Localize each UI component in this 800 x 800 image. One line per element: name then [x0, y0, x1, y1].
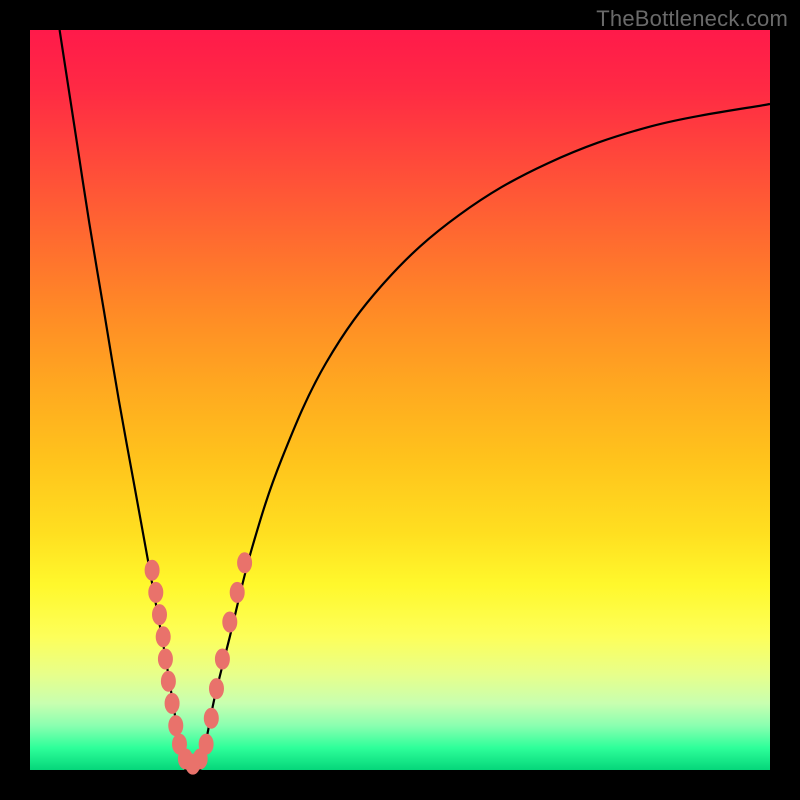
curve-layer [30, 30, 770, 770]
data-marker [153, 605, 167, 625]
data-marker [158, 649, 172, 669]
data-marker [215, 649, 229, 669]
data-marker [156, 627, 170, 647]
data-marker [204, 708, 218, 728]
watermark-text: TheBottleneck.com [596, 6, 788, 32]
data-marker [223, 612, 237, 632]
data-marker [149, 582, 163, 602]
plot-area [30, 30, 770, 770]
data-marker [238, 553, 252, 573]
data-marker [230, 582, 244, 602]
data-marker [169, 716, 183, 736]
data-marker [165, 693, 179, 713]
data-marker [145, 560, 159, 580]
marker-group [145, 553, 252, 774]
right-branch-curve [200, 104, 770, 770]
chart-frame: TheBottleneck.com [0, 0, 800, 800]
data-marker [209, 679, 223, 699]
data-marker [199, 734, 213, 754]
data-marker [161, 671, 175, 691]
